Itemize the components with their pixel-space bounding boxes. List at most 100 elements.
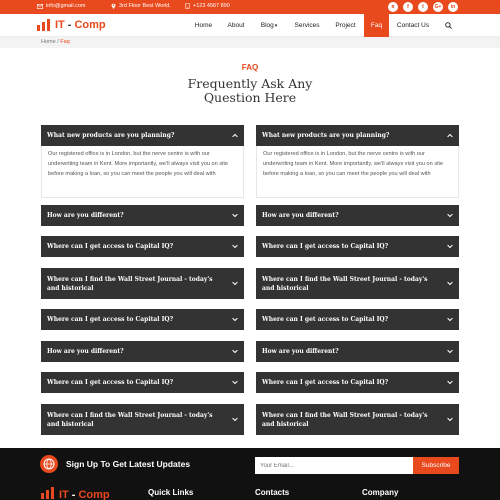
site-logo[interactable]: IT - Comp	[36, 19, 106, 31]
search-icon[interactable]	[438, 14, 458, 37]
map-pin-icon	[110, 3, 116, 9]
faq-question-text: Where can I find the Wall Street Journal…	[262, 275, 428, 292]
nav-project-label: Project	[335, 22, 356, 29]
nav-services-label: Services	[294, 22, 320, 29]
faq-left-question-3[interactable]: Where can I get access to Capital IQ?	[41, 236, 244, 257]
email-text[interactable]: info@gmail.com	[46, 3, 86, 9]
nav-faq-label: Faq	[370, 22, 383, 29]
logo-comp-text: Comp	[78, 488, 110, 500]
faq-question-text: Where can I get access to Capital IQ?	[262, 316, 389, 323]
breadcrumb: Home / Faq	[0, 37, 500, 48]
chevron-down-icon	[447, 279, 453, 288]
nav-about[interactable]: About	[220, 14, 252, 37]
faq-question-text: Where can I get access to Capital IQ?	[47, 243, 174, 250]
nav-project[interactable]: Project	[329, 14, 362, 37]
nav-contact[interactable]: Contact Us	[390, 14, 436, 37]
rss-icon[interactable]: ʀ	[388, 2, 398, 12]
footer-contacts-heading: Contacts	[255, 488, 290, 497]
faq-question-text: What new products are you planning?	[47, 132, 175, 139]
top-bar: info@gmail.com 3rd Floor Best World. +12…	[0, 0, 500, 14]
logo-it-text: IT	[55, 19, 65, 31]
faq-left-answer-1: Our registered office is in London, but …	[41, 146, 244, 198]
chevron-down-icon	[232, 316, 238, 323]
subscribe-button[interactable]: Subscribe	[413, 457, 459, 474]
main-navbar: IT - Comp Home About Blog ▾ Services Projec…	[0, 14, 500, 37]
phone-icon	[184, 3, 190, 9]
faq-right-question-3[interactable]: Where can I get access to Capital IQ?	[256, 236, 459, 257]
nav-contact-label: Contact Us	[396, 22, 430, 29]
footer-logo[interactable]: IT - Comp	[40, 487, 110, 500]
chevron-down-icon	[447, 316, 453, 323]
faq-question-text: Where can I find the Wall Street Journal…	[262, 411, 428, 428]
faq-right-question-1[interactable]: What new products are you planning?	[256, 125, 459, 146]
logo-dash: -	[71, 488, 76, 500]
globe-icon	[40, 455, 58, 473]
page-title: Frequently Ask Any Question Here	[150, 77, 350, 105]
phone-text[interactable]: +123 4567 890	[193, 3, 230, 9]
facebook-icon[interactable]: f	[403, 2, 413, 12]
faq-question-text: Where can I get access to Capital IQ?	[47, 316, 174, 323]
breadcrumb-current: Faq	[60, 39, 70, 45]
faq-right-question-5[interactable]: Where can I get access to Capital IQ?	[256, 309, 459, 330]
faq-question-text: Where can I get access to Capital IQ?	[262, 243, 389, 250]
faq-question-text: Where can I find the Wall Street Journal…	[47, 411, 213, 428]
chevron-down-icon	[447, 212, 453, 219]
nav-home-label: Home	[194, 22, 213, 29]
chevron-down-icon	[447, 379, 453, 386]
chevron-up-icon	[232, 132, 238, 139]
address-text: 3rd Floor Best World.	[119, 3, 171, 9]
chevron-down-icon	[447, 348, 453, 355]
logo-chart-icon	[40, 487, 56, 500]
faq-question-text: How are you different?	[262, 212, 339, 219]
linkedin-icon[interactable]: in	[448, 2, 458, 12]
nav-home[interactable]: Home	[188, 14, 219, 37]
google-plus-icon[interactable]: G+	[433, 2, 443, 12]
chevron-down-icon	[232, 415, 238, 424]
logo-comp-text: Comp	[74, 19, 106, 31]
logo-dash: -	[67, 19, 72, 31]
faq-left-question-8[interactable]: Where can I find the Wall Street Journal…	[41, 404, 244, 435]
faq-question-text: What new products are you planning?	[262, 132, 390, 139]
faq-left-question-5[interactable]: Where can I get access to Capital IQ?	[41, 309, 244, 330]
nav-blog[interactable]: Blog ▾	[253, 14, 285, 37]
contact-phone[interactable]: +123 4567 890	[184, 3, 230, 9]
nav-faq[interactable]: Faq	[364, 14, 389, 37]
faq-left-question-4[interactable]: Where can I find the Wall Street Journal…	[41, 268, 244, 299]
faq-left-question-7[interactable]: Where can I get access to Capital IQ?	[41, 372, 244, 393]
footer-company-heading: Company	[362, 488, 399, 497]
subscribe-title: Sign Up To Get Latest Updates	[66, 459, 191, 469]
faq-right-question-2[interactable]: How are you different?	[256, 205, 459, 226]
chevron-down-icon: ▾	[274, 22, 278, 29]
mail-icon	[37, 3, 43, 9]
twitter-icon[interactable]: t	[418, 2, 428, 12]
logo-chart-icon	[36, 19, 52, 31]
faq-left-question-6[interactable]: How are you different?	[41, 341, 244, 362]
chevron-down-icon	[232, 212, 238, 219]
faq-question-text: Where can I get access to Capital IQ?	[262, 379, 389, 386]
section-kicker: FAQ	[241, 63, 259, 72]
chevron-up-icon	[447, 132, 453, 139]
nav-blog-label: Blog	[260, 22, 274, 29]
email-field[interactable]	[255, 457, 413, 474]
faq-right-question-4[interactable]: Where can I find the Wall Street Journal…	[256, 268, 459, 299]
faq-left-question-2[interactable]: How are you different?	[41, 205, 244, 226]
faq-right-question-7[interactable]: Where can I get access to Capital IQ?	[256, 372, 459, 393]
chevron-down-icon	[447, 415, 453, 424]
faq-right-question-8[interactable]: Where can I find the Wall Street Journal…	[256, 404, 459, 435]
faq-right-question-6[interactable]: How are you different?	[256, 341, 459, 362]
chevron-down-icon	[232, 348, 238, 355]
faq-left-question-1[interactable]: What new products are you planning?	[41, 125, 244, 146]
faq-question-text: How are you different?	[47, 348, 124, 355]
faq-right-answer-1: Our registered office is in London, but …	[256, 146, 459, 198]
chevron-down-icon	[232, 379, 238, 386]
title-line-1: Frequently Ask Any	[187, 76, 313, 91]
faq-question-text: How are you different?	[262, 348, 339, 355]
faq-question-text: How are you different?	[47, 212, 124, 219]
title-line-2: Question Here	[203, 90, 297, 105]
contact-email[interactable]: info@gmail.com	[37, 3, 86, 9]
breadcrumb-home[interactable]: Home	[41, 39, 56, 45]
faq-question-text: Where can I get access to Capital IQ?	[47, 379, 174, 386]
nav-services[interactable]: Services	[286, 14, 328, 37]
breadcrumb-separator: /	[57, 39, 59, 45]
chevron-down-icon	[232, 243, 238, 250]
